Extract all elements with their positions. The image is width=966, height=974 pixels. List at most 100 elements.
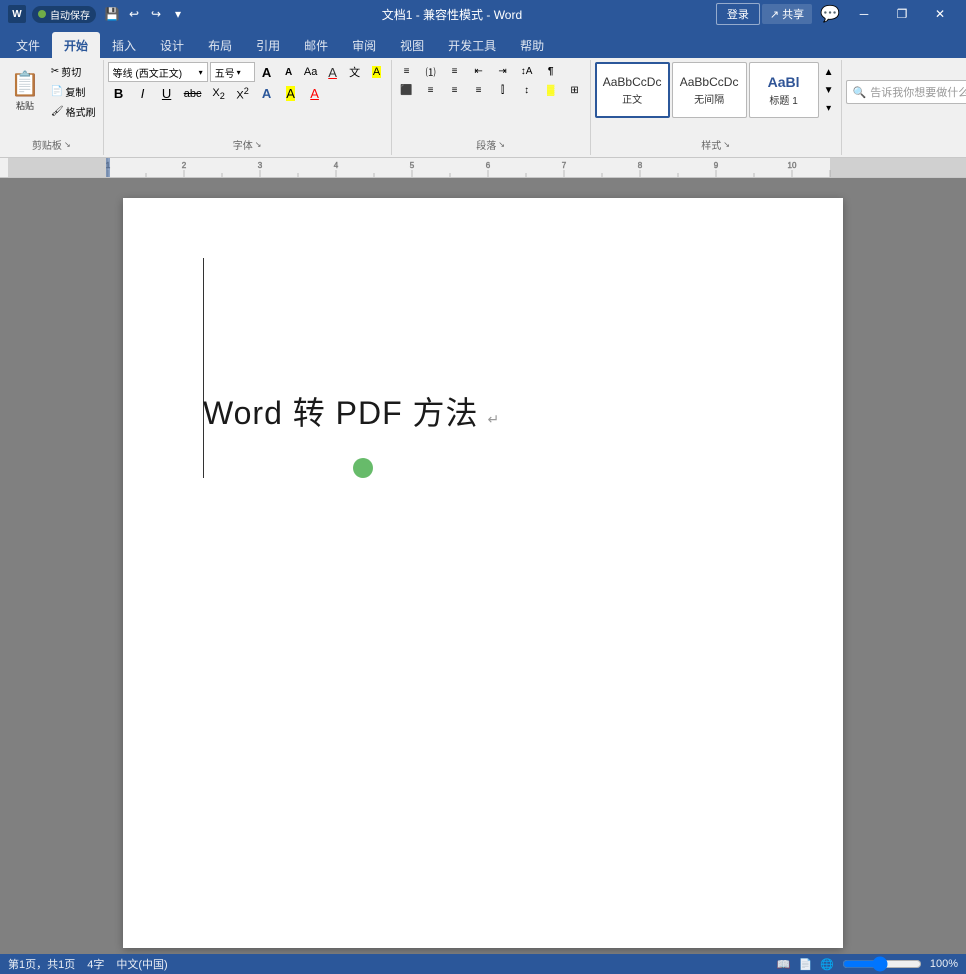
bullets-button[interactable]: ≡: [396, 64, 418, 79]
styles-expand[interactable]: ▾: [821, 100, 837, 116]
subscript-button[interactable]: X2: [208, 85, 230, 103]
text-effects-button[interactable]: A: [256, 84, 278, 103]
autosave-badge[interactable]: 自动保存: [32, 6, 96, 23]
italic-button[interactable]: I: [132, 84, 154, 103]
clipboard-group: 📋 粘贴 ✂ 剪切 📄 复制 🖌 格式刷 剪贴板 ↘: [0, 60, 104, 155]
change-case-button[interactable]: Aa: [301, 65, 321, 79]
zoom-slider[interactable]: [842, 958, 922, 970]
decrease-indent-icon: ⇤: [474, 66, 482, 77]
document-page[interactable]: Word 转 PDF 方法 ↵: [123, 198, 843, 948]
copy-button[interactable]: 📄 复制: [48, 82, 99, 101]
clear-formatting-button[interactable]: A: [323, 64, 343, 81]
sort-icon: ↕A: [521, 66, 533, 77]
shading-button[interactable]: ▓: [540, 83, 562, 98]
autosave-dot: [38, 10, 46, 18]
font-size-selector[interactable]: 五号 ▾: [210, 62, 255, 82]
font-row-1: 等线 (西文正文) ▾ 五号 ▾ A A Aa A 文 A: [108, 62, 387, 82]
tab-view[interactable]: 视图: [388, 32, 436, 58]
tab-file[interactable]: 文件: [4, 32, 52, 58]
login-button[interactable]: 登录: [716, 3, 760, 25]
format-painter-button[interactable]: 🖌 格式刷: [48, 102, 99, 121]
tab-home[interactable]: 开始: [52, 32, 100, 58]
web-layout-btn[interactable]: 🌐: [820, 958, 834, 971]
font-content: 等线 (西文正文) ▾ 五号 ▾ A A Aa A 文 A B I U abc …: [108, 62, 387, 135]
bold-button[interactable]: B: [108, 84, 130, 103]
align-left-icon: ⬛: [400, 85, 412, 96]
undo-button[interactable]: ↩: [124, 4, 144, 24]
tab-layout[interactable]: 布局: [196, 32, 244, 58]
underline-button[interactable]: U: [156, 84, 178, 103]
language-indicator[interactable]: 中文(中国): [116, 956, 167, 972]
styles-expand-icon[interactable]: ↘: [723, 140, 730, 149]
paste-button[interactable]: 📋 粘贴: [4, 62, 46, 122]
borders-button[interactable]: ⊞: [564, 83, 586, 98]
share-icon: ↗: [770, 8, 779, 21]
tab-help[interactable]: 帮助: [508, 32, 556, 58]
show-marks-button[interactable]: ¶: [540, 64, 562, 79]
minimize-button[interactable]: ─: [846, 0, 882, 28]
share-button[interactable]: ↗ 共享: [762, 4, 812, 24]
style-no-spacing[interactable]: AaBbCcDc 无间隔: [672, 62, 747, 118]
font-color-button[interactable]: A: [304, 84, 326, 103]
font-grow-button[interactable]: A: [257, 64, 277, 81]
tab-devtools[interactable]: 开发工具: [436, 32, 508, 58]
font-expand-icon[interactable]: ↘: [255, 140, 262, 149]
styles-scroll-up[interactable]: ▲: [821, 64, 837, 80]
tell-me-search[interactable]: 🔍 告诉我你想要做什么: [846, 80, 966, 104]
phonetic-button[interactable]: 文: [345, 63, 365, 81]
columns-button[interactable]: ⫿: [492, 83, 514, 98]
borders-icon: ⊞: [570, 85, 578, 96]
document-area[interactable]: Word 转 PDF 方法 ↵: [0, 178, 966, 954]
paragraph-label: 段落 ↘: [396, 135, 586, 153]
text-highlight-color-button[interactable]: A: [280, 84, 302, 103]
comment-button[interactable]: 💬: [816, 2, 844, 26]
strikethrough-button[interactable]: abc: [180, 86, 206, 102]
tab-mail[interactable]: 邮件: [292, 32, 340, 58]
page-indicator[interactable]: 第1页，共1页: [8, 956, 75, 972]
align-center-button[interactable]: ≡: [420, 83, 442, 98]
font-shrink-button[interactable]: A: [279, 66, 299, 79]
text-highlight-button[interactable]: A: [367, 65, 387, 79]
status-bar: 第1页，共1页 4字 中文(中国) 📖 📄 🌐 100%: [0, 954, 966, 974]
superscript-button[interactable]: X2: [232, 84, 254, 104]
line-spacing-button[interactable]: ↕: [516, 83, 538, 98]
multilevel-button[interactable]: ≡: [444, 64, 466, 79]
svg-text:5: 5: [410, 161, 415, 170]
clipboard-content: 📋 粘贴 ✂ 剪切 📄 复制 🖌 格式刷: [4, 62, 99, 135]
style-normal[interactable]: AaBbCcDc 正文: [595, 62, 670, 118]
font-group: 等线 (西文正文) ▾ 五号 ▾ A A Aa A 文 A B I U abc …: [104, 60, 392, 155]
tab-insert[interactable]: 插入: [100, 32, 148, 58]
tab-references[interactable]: 引用: [244, 32, 292, 58]
read-mode-btn[interactable]: 📖: [777, 958, 791, 971]
mouse-cursor: [353, 458, 373, 478]
clipboard-expand-icon[interactable]: ↘: [64, 140, 71, 149]
sort-button[interactable]: ↕A: [516, 64, 538, 79]
document-content: Word 转 PDF 方法 ↵: [203, 388, 763, 434]
save-button[interactable]: 💾: [102, 4, 122, 24]
tab-design[interactable]: 设计: [148, 32, 196, 58]
style-heading1[interactable]: AaBl 标题 1: [749, 62, 819, 118]
numbering-icon: ⑴: [426, 64, 436, 79]
paragraph-expand-icon[interactable]: ↘: [498, 140, 505, 149]
tab-review[interactable]: 审阅: [340, 32, 388, 58]
word-logo: W: [8, 5, 26, 23]
font-name-selector[interactable]: 等线 (西文正文) ▾: [108, 62, 208, 82]
align-left-button[interactable]: ⬛: [396, 83, 418, 98]
close-button[interactable]: ✕: [922, 0, 958, 28]
restore-button[interactable]: ❐: [884, 0, 920, 28]
justify-button[interactable]: ≡: [468, 83, 490, 98]
numbering-button[interactable]: ⑴: [420, 62, 442, 81]
cut-button[interactable]: ✂ 剪切: [48, 62, 99, 81]
print-layout-btn[interactable]: 📄: [798, 958, 812, 971]
increase-indent-button[interactable]: ⇥: [492, 64, 514, 79]
decrease-indent-button[interactable]: ⇤: [468, 64, 490, 79]
customize-quick-access-button[interactable]: ▾: [168, 4, 188, 24]
format-painter-label: 格式刷: [66, 104, 96, 119]
word-count[interactable]: 4字: [87, 956, 104, 972]
style-normal-preview: AaBbCcDc: [603, 75, 662, 89]
redo-button[interactable]: ↪: [146, 4, 166, 24]
styles-scroll-down[interactable]: ▼: [821, 82, 837, 98]
document-title[interactable]: Word 转 PDF 方法 ↵: [203, 388, 763, 434]
align-right-button[interactable]: ≡: [444, 83, 466, 98]
zoom-level[interactable]: 100%: [930, 958, 958, 970]
